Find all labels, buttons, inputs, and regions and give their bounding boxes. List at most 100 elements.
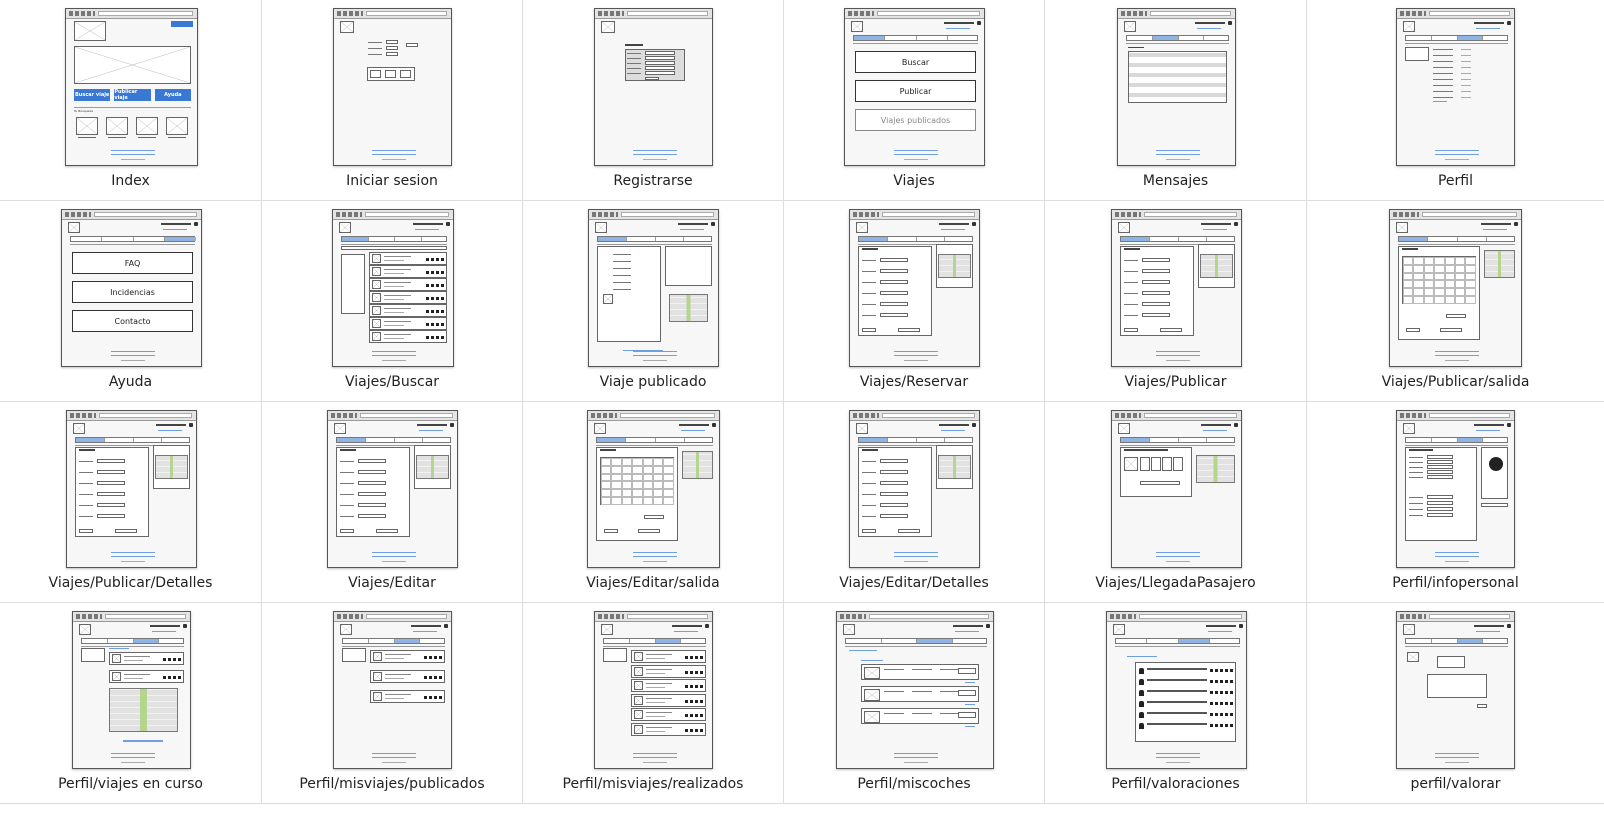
next-button[interactable] (898, 328, 920, 332)
time-field[interactable] (1446, 314, 1466, 318)
trip-row[interactable] (369, 317, 447, 330)
trip-row[interactable] (370, 690, 445, 703)
nav-tab[interactable] (342, 237, 369, 241)
form-field[interactable] (880, 269, 908, 273)
form-field[interactable] (1142, 291, 1170, 295)
nav-tab[interactable] (162, 438, 191, 442)
nav-tab[interactable] (1399, 237, 1429, 241)
nav-tab[interactable] (1487, 237, 1516, 241)
wireframe-thumbnail[interactable] (66, 410, 197, 568)
wireframe-thumbnail[interactable] (594, 8, 713, 166)
wireframe-thumbnail[interactable] (333, 8, 452, 166)
back-button[interactable] (862, 328, 876, 332)
nav-tab[interactable] (1207, 438, 1236, 442)
action-button[interactable]: Buscar viaje (74, 89, 111, 101)
trip-row[interactable] (109, 652, 184, 665)
form-field[interactable] (386, 46, 398, 50)
form-field[interactable] (97, 492, 125, 496)
back-button[interactable] (604, 529, 618, 533)
form-field[interactable] (645, 61, 675, 65)
form-field[interactable] (358, 470, 386, 474)
form-field[interactable] (97, 514, 125, 518)
form-field[interactable] (880, 302, 908, 306)
next-button[interactable] (638, 529, 660, 533)
menu-button[interactable]: Viajes publicados (855, 109, 976, 131)
wireframe-thumbnail[interactable] (849, 410, 980, 568)
wireframe-thumbnail[interactable] (72, 611, 191, 769)
nav-tab[interactable] (134, 237, 165, 241)
nav-tab[interactable] (685, 438, 714, 442)
form-field[interactable] (880, 258, 908, 262)
confirm-button[interactable] (1140, 481, 1180, 485)
menu-button[interactable]: Buscar (855, 51, 976, 73)
trip-row[interactable] (631, 693, 706, 707)
menu-button[interactable]: Contacto (72, 310, 193, 332)
trip-row[interactable] (369, 291, 447, 304)
form-field[interactable] (1142, 302, 1170, 306)
nav-tab[interactable] (134, 438, 163, 442)
nav-tab[interactable] (102, 237, 134, 241)
nav-tab[interactable] (1406, 438, 1432, 442)
back-button[interactable] (862, 529, 876, 533)
trip-row[interactable] (370, 670, 445, 683)
wireframe-thumbnail[interactable]: Buscar viaje Publicar viaje Ayuda Tu Búsque… (65, 8, 198, 166)
nav-tab[interactable] (917, 237, 946, 241)
nav-tab[interactable] (133, 639, 160, 643)
trip-row[interactable] (369, 265, 447, 278)
form-field[interactable] (1427, 495, 1453, 499)
trip-row[interactable] (631, 650, 706, 663)
wireframe-card[interactable]: Viajes/Publicar/salida (1307, 201, 1604, 402)
wireframe-thumbnail[interactable]: FAQ Incidencias Contacto (61, 209, 202, 367)
wireframe-card[interactable]: Viaje publicado (523, 201, 784, 402)
back-button[interactable] (79, 529, 93, 533)
nav-tab[interactable] (1432, 639, 1458, 643)
nav-tab[interactable] (597, 438, 627, 442)
trip-row[interactable] (370, 650, 445, 663)
form-field[interactable] (1427, 475, 1453, 479)
form-field[interactable] (1427, 455, 1453, 459)
nav-tab[interactable] (1406, 639, 1432, 643)
form-field[interactable] (358, 492, 386, 496)
form-field[interactable] (880, 280, 908, 284)
wireframe-thumbnail[interactable] (1106, 611, 1247, 769)
wireframe-card[interactable]: Mensajes (1045, 0, 1307, 201)
form-field[interactable] (880, 514, 908, 518)
nav-tab[interactable] (1483, 639, 1509, 643)
login-button[interactable] (171, 21, 193, 27)
form-field[interactable] (880, 313, 908, 317)
wireframe-card[interactable]: Viajes/Editar (262, 402, 523, 603)
nav-tab[interactable] (76, 438, 105, 442)
wireframe-thumbnail[interactable] (1396, 410, 1515, 568)
wireframe-card[interactable]: Perfil/misviajes/publicados (262, 603, 523, 804)
nav-tab[interactable] (337, 438, 366, 442)
nav-tab[interactable] (105, 438, 134, 442)
form-field[interactable] (97, 470, 125, 474)
nav-tab[interactable] (953, 639, 989, 643)
nav-tab[interactable] (1179, 237, 1208, 241)
nav-tab[interactable] (859, 237, 888, 241)
trip-row[interactable] (631, 708, 706, 721)
nav-tab[interactable] (423, 438, 452, 442)
wireframe-thumbnail[interactable]: Buscar Publicar Viajes publicados (844, 8, 985, 166)
form-field[interactable] (880, 291, 908, 295)
nav-tab[interactable] (656, 438, 685, 442)
form-field[interactable] (97, 481, 125, 485)
wireframe-thumbnail[interactable] (333, 611, 452, 769)
menu-button[interactable]: Publicar (855, 80, 976, 102)
wireframe-card[interactable]: FAQ Incidencias Contacto Ayuda (0, 201, 262, 402)
nav-tab[interactable] (1121, 438, 1150, 442)
wireframe-card[interactable]: Buscar viaje Publicar viaje Ayuda Tu Búsque… (0, 0, 262, 201)
nav-tab[interactable] (1179, 438, 1208, 442)
form-field[interactable] (645, 56, 675, 60)
nav-tab[interactable] (656, 237, 685, 241)
nav-tab[interactable] (1406, 36, 1432, 40)
nav-tab[interactable] (71, 237, 103, 241)
nav-tab[interactable] (885, 36, 917, 40)
nav-tab[interactable] (1457, 639, 1484, 643)
wireframe-card[interactable]: perfil/valorar (1307, 603, 1604, 804)
form-field[interactable] (358, 481, 386, 485)
nav-tab[interactable] (859, 438, 888, 442)
nav-tab[interactable] (369, 237, 395, 241)
nav-tab[interactable] (917, 639, 953, 643)
nav-tab[interactable] (917, 438, 946, 442)
